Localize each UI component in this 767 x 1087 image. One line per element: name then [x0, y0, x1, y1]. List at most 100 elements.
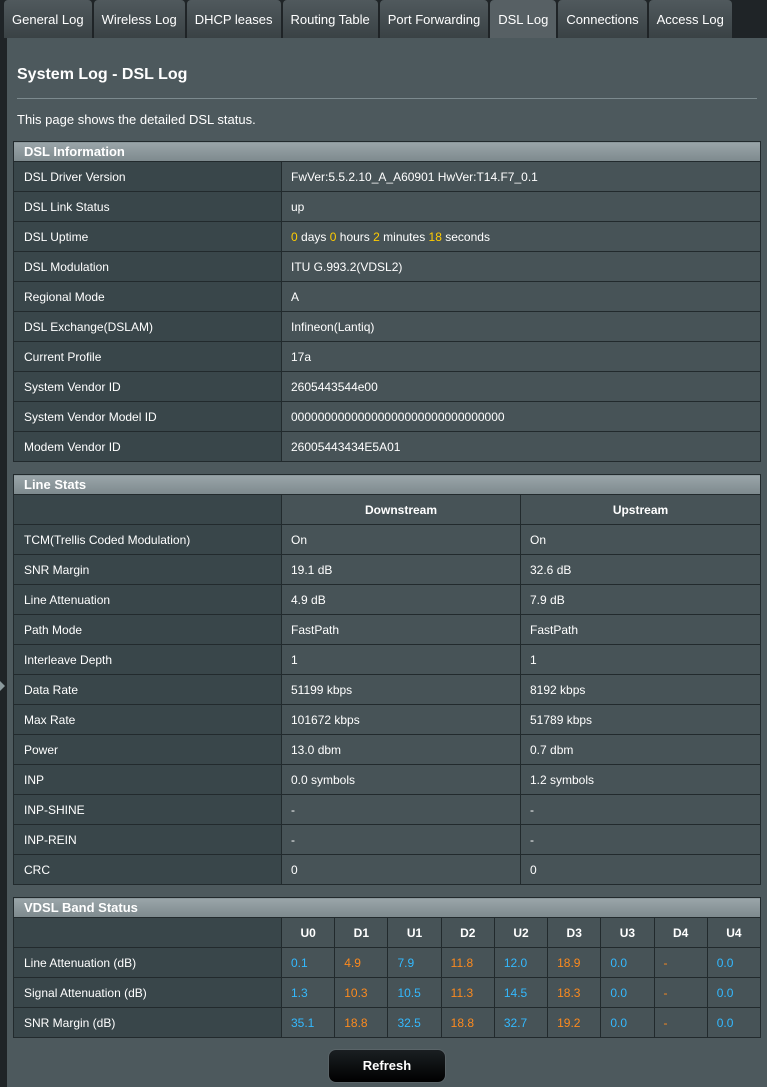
band-header-u4: U4: [706, 917, 762, 948]
band-value: -: [653, 947, 708, 978]
band-value: 0.1: [280, 947, 336, 978]
band-value: 11.3: [440, 977, 495, 1008]
upstream-value: On: [520, 524, 761, 555]
upstream-value: 51789 kbps: [520, 704, 761, 735]
collapse-arrow-icon[interactable]: [0, 681, 5, 691]
band-value: 0.0: [706, 1007, 762, 1038]
downstream-value: -: [281, 794, 521, 825]
band-value: -: [653, 1007, 708, 1038]
table-row: DSL Link Status up: [13, 191, 761, 222]
table-row: Regional Mode A: [13, 281, 761, 312]
band-value: 18.3: [547, 977, 602, 1008]
table-row: Signal Attenuation (dB) 1.3 10.3 10.5 11.3 14…: [13, 977, 762, 1008]
upstream-value: 1.2 symbols: [520, 764, 761, 795]
exchange-value: Infineon(Lantiq): [281, 311, 761, 342]
uptime-minutes: 2: [373, 229, 380, 244]
upstream-value: 0: [520, 854, 761, 885]
band-value: -: [653, 977, 708, 1008]
band-value: 10.3: [334, 977, 389, 1008]
band-value: 0.0: [600, 947, 655, 978]
row-label: Regional Mode: [13, 281, 282, 312]
band-value: 12.0: [493, 947, 549, 978]
table-row: System Vendor ID 2605443544e00: [13, 371, 761, 402]
band-value: 18.8: [334, 1007, 389, 1038]
tab-general-log[interactable]: General Log: [4, 0, 92, 38]
band-value: 32.5: [387, 1007, 442, 1038]
row-label: DSL Modulation: [13, 251, 282, 282]
upstream-value: -: [520, 824, 761, 855]
tab-connections[interactable]: Connections: [558, 0, 647, 38]
band-value: 18.8: [440, 1007, 495, 1038]
uptime-hours-unit: hours: [339, 229, 370, 244]
band-value: 4.9: [334, 947, 389, 978]
tab-port-forwarding[interactable]: Port Forwarding: [379, 0, 489, 38]
tab-dsl-log[interactable]: DSL Log: [490, 0, 557, 38]
table-row: Modem Vendor ID 26005443434E5A01: [13, 431, 761, 462]
row-label: Line Attenuation (dB): [13, 947, 282, 978]
tab-access-log[interactable]: Access Log: [648, 0, 732, 38]
band-value: 7.9: [387, 947, 442, 978]
tab-wireless-log[interactable]: Wireless Log: [93, 0, 185, 38]
table-row: DSL Driver Version FwVer:5.5.2.10_A_A609…: [13, 161, 761, 192]
table-row: INP-SHINE - -: [13, 794, 761, 825]
table-row: DSL Modulation ITU G.993.2(VDSL2): [13, 251, 761, 282]
table-row: Data Rate 51199 kbps 8192 kbps: [13, 674, 761, 705]
line-stats-header: Line Stats: [13, 474, 761, 495]
downstream-value: 0.0 symbols: [281, 764, 521, 795]
band-value: 0.0: [600, 1007, 655, 1038]
upstream-value: 0.7 dbm: [520, 734, 761, 765]
downstream-value: 1: [281, 644, 521, 675]
row-label: Data Rate: [13, 674, 282, 705]
band-value: 19.2: [547, 1007, 602, 1038]
band-status-header: VDSL Band Status: [13, 897, 761, 918]
row-label: Modem Vendor ID: [13, 431, 282, 462]
profile-value: 17a: [281, 341, 761, 372]
band-header-d1: D1: [334, 917, 389, 948]
refresh-button[interactable]: Refresh: [328, 1049, 446, 1083]
driver-version-value: FwVer:5.5.2.10_A_A60901 HwVer:T14.F7_0.1: [281, 161, 761, 192]
blank-cell: [13, 917, 282, 948]
band-value: 0.0: [706, 977, 762, 1008]
downstream-header: Downstream: [281, 494, 521, 525]
row-label: System Vendor Model ID: [13, 401, 282, 432]
link-status-value: up: [281, 191, 761, 222]
upstream-header: Upstream: [520, 494, 761, 525]
downstream-value: 19.1 dB: [281, 554, 521, 585]
row-label: DSL Driver Version: [13, 161, 282, 192]
row-label: Max Rate: [13, 704, 282, 735]
band-header-u3: U3: [600, 917, 655, 948]
table-row: System Vendor Model ID 00000000000000000…: [13, 401, 761, 432]
row-label: INP: [13, 764, 282, 795]
table-row: TCM(Trellis Coded Modulation) On On: [13, 524, 761, 555]
vendor-id-value: 2605443544e00: [281, 371, 761, 402]
row-label: CRC: [13, 854, 282, 885]
band-value: 1.3: [280, 977, 336, 1008]
row-label: INP-SHINE: [13, 794, 282, 825]
dsl-information-header: DSL Information: [13, 141, 761, 162]
uptime-days: 0: [291, 229, 298, 244]
uptime-seconds: 18: [428, 229, 442, 244]
upstream-value: 1: [520, 644, 761, 675]
modulation-value: ITU G.993.2(VDSL2): [281, 251, 761, 282]
uptime-minutes-unit: minutes: [383, 229, 426, 244]
table-row: CRC 0 0: [13, 854, 761, 885]
row-label: Interleave Depth: [13, 644, 282, 675]
tab-dhcp-leases[interactable]: DHCP leases: [186, 0, 281, 38]
row-label: DSL Link Status: [13, 191, 282, 222]
table-row: Power 13.0 dbm 0.7 dbm: [13, 734, 761, 765]
table-row: SNR Margin 19.1 dB 32.6 dB: [13, 554, 761, 585]
table-row: DSL Exchange(DSLAM) Infineon(Lantiq): [13, 311, 761, 342]
upstream-value: FastPath: [520, 614, 761, 645]
band-header-u2: U2: [493, 917, 549, 948]
page-title: System Log - DSL Log: [17, 66, 188, 83]
row-label: INP-REIN: [13, 824, 282, 855]
band-value: 0.0: [706, 947, 762, 978]
table-row: Line Attenuation (dB) 0.1 4.9 7.9 11.8 12.0 18…: [13, 947, 762, 978]
dsl-log-panel: System Log - DSL Log This page shows the…: [7, 38, 767, 1087]
row-label: Current Profile: [13, 341, 282, 372]
table-row: INP-REIN - -: [13, 824, 761, 855]
uptime-days-unit: days: [301, 229, 327, 244]
row-label: Signal Attenuation (dB): [13, 977, 282, 1008]
tab-routing-table[interactable]: Routing Table: [282, 0, 378, 38]
blank-cell: [13, 494, 282, 525]
